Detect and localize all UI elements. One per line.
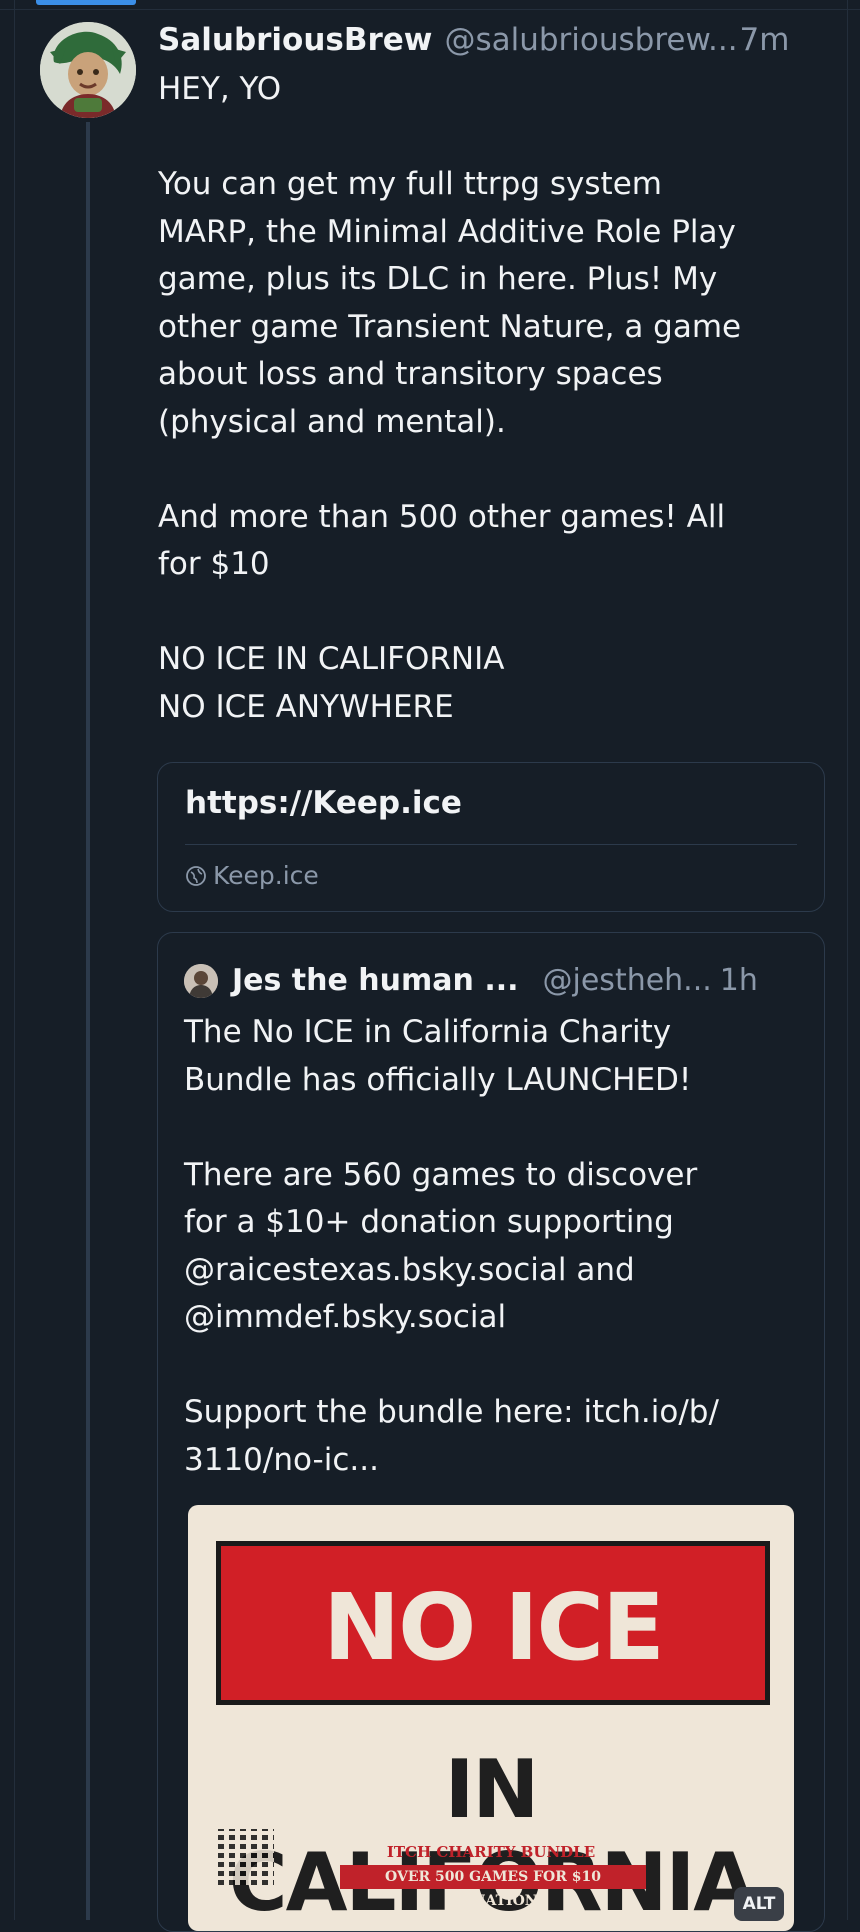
- post-time[interactable]: 7m: [740, 22, 790, 58]
- avatar-illustration: [40, 22, 136, 118]
- link-card-divider: [185, 844, 797, 845]
- author-avatar[interactable]: [40, 22, 136, 118]
- link-card-domain: Keep.ice: [185, 861, 319, 890]
- bundle-heading: ITCH CHARITY BUNDLE: [386, 1843, 596, 1861]
- author-display-name[interactable]: SalubriousBrew: [158, 22, 432, 58]
- author-handle[interactable]: @salubriousbrew...: [444, 22, 737, 58]
- link-card[interactable]: https://Keep.ice Keep.ice: [157, 762, 825, 912]
- link-card-domain-text: Keep.ice: [213, 861, 319, 890]
- left-border: [14, 0, 15, 1920]
- post-header: SalubriousBrew @salubriousbrew... 7m: [158, 22, 828, 66]
- active-tab-indicator: [36, 0, 136, 5]
- post[interactable]: SalubriousBrew @salubriousbrew... 7m HEY…: [158, 22, 828, 731]
- thread-connector: [86, 122, 90, 1920]
- quoted-post-text: The No ICE in California Charity Bundle …: [184, 1014, 719, 1478]
- globe-icon: [186, 865, 206, 886]
- link-card-title: https://Keep.ice: [185, 785, 462, 821]
- quoted-post-time[interactable]: 1h: [720, 963, 758, 998]
- quoted-avatar-illustration: [184, 963, 218, 998]
- right-border: [847, 0, 848, 1920]
- quoted-post-image[interactable]: NO ICE IN CALIFORNIA ITCH CHARITY BUNDLE…: [188, 1505, 794, 1931]
- post-text: HEY, YO You can get my full ttrpg system…: [158, 71, 742, 725]
- alt-text-button[interactable]: ALT: [734, 1887, 784, 1921]
- quoted-author-display-name[interactable]: Jes the human ...: [232, 963, 519, 998]
- sign-red-banner: NO ICE: [216, 1541, 770, 1705]
- bundle-pill: OVER 500 GAMES FOR $10 DONATION: [340, 1865, 646, 1909]
- quoted-post[interactable]: Jes the human ... @jestheh... 1h The No …: [157, 932, 825, 1932]
- quoted-post-header: Jes the human ... @jestheh... 1h: [184, 963, 758, 998]
- sign-main-text: NO ICE: [323, 1574, 665, 1681]
- quoted-author-avatar[interactable]: [184, 963, 218, 998]
- quoted-author-handle[interactable]: @jestheh...: [543, 963, 712, 998]
